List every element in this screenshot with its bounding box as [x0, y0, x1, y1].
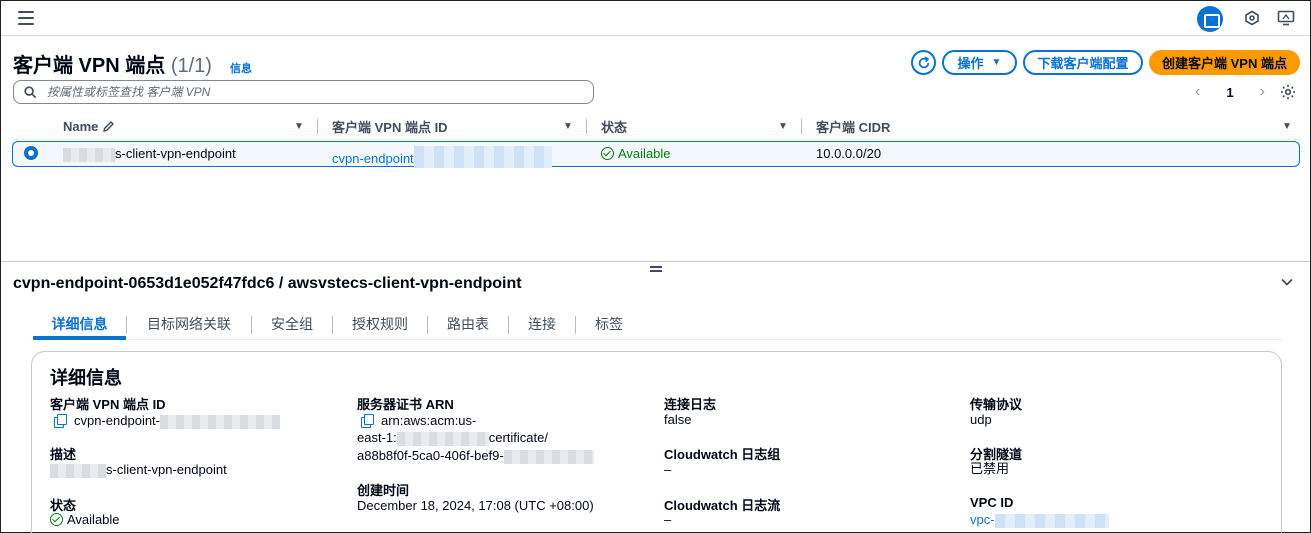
monitor-icon[interactable] [1277, 10, 1295, 28]
tab-route-table[interactable]: 路由表 [428, 311, 508, 337]
cell-name-text: s-client-vpn-endpoint [115, 146, 236, 161]
cert-arn-line2: east-1: certificate/ [357, 428, 548, 447]
column-header-endpoint-id[interactable]: 客户端 VPN 端点 ID [332, 116, 448, 136]
cert-arn-line3: a88b8f0f-5ca0-406f-bef9- [357, 446, 594, 465]
split-tunnel-value: 已禁用 [970, 461, 1010, 476]
copy-icon[interactable] [54, 414, 67, 428]
search-input[interactable] [47, 85, 547, 99]
cert-arn-text2b: certificate/ [488, 430, 548, 445]
drag-handle-icon[interactable] [650, 266, 662, 273]
settings-gear-icon[interactable] [1280, 84, 1296, 100]
cert-arn-text3: a88b8f0f-5ca0-406f-bef9- [357, 448, 504, 463]
chevron-down-icon[interactable] [1280, 275, 1294, 289]
page-title: 客户端 VPN 端点 (1/1) [13, 49, 212, 78]
vpc-id-text: vpc- [970, 512, 995, 527]
cert-arn-text1: arn:aws:acm:us- [381, 413, 477, 428]
vpc-id-link[interactable]: vpc- [970, 510, 1109, 529]
tab-target-network-associations[interactable]: 目标网络关联 [127, 311, 251, 337]
cloudwatch-log-stream-value: – [664, 512, 672, 527]
resource-count: (1/1) [170, 55, 212, 77]
create-endpoint-button[interactable]: 创建客户端 VPN 端点 [1149, 50, 1300, 75]
cert-arn-text2a: east-1: [357, 430, 397, 445]
tab-connections[interactable]: 连接 [509, 311, 575, 337]
description-text: s-client-vpn-endpoint [106, 462, 227, 477]
next-page-icon[interactable]: › [1260, 83, 1265, 101]
table-header-divider [13, 139, 1300, 140]
created-value: December 18, 2024, 17:08 (UTC +08:00) [357, 498, 594, 513]
tabs-baseline [33, 339, 1282, 340]
cell-client-cidr: 10.0.0.0/20 [816, 146, 882, 161]
split-panel-divider [1, 261, 1310, 262]
endpoint-id-text: cvpn-endpoint- [74, 413, 160, 428]
column-header-status[interactable]: 状态 [601, 116, 627, 136]
redacted-block [503, 449, 594, 464]
transport-protocol-value: udp [970, 412, 992, 427]
pagination: ‹ 1 › [1195, 83, 1265, 101]
edit-pencil-icon [103, 120, 115, 132]
vpc-id-label: VPC ID [970, 495, 1014, 510]
column-header-name-label: Name [63, 118, 99, 134]
status-ok-icon [50, 513, 63, 526]
card-title: 详细信息 [50, 368, 122, 388]
connection-log-value: false [664, 412, 692, 427]
tab-security-groups[interactable]: 安全组 [252, 311, 332, 337]
download-client-config-button[interactable]: 下载客户端配置 [1023, 50, 1143, 75]
page-title-text: 客户端 VPN 端点 [13, 55, 166, 77]
refresh-button[interactable] [911, 50, 936, 75]
cell-name: s-client-vpn-endpoint [63, 146, 236, 162]
hamburger-menu-icon[interactable] [18, 11, 34, 25]
sort-caret-icon[interactable]: ▼ [1282, 121, 1292, 132]
column-header-client-cidr[interactable]: 客户端 CIDR [816, 116, 890, 136]
redacted-block [413, 146, 552, 168]
status-ok-icon [601, 147, 614, 160]
cell-status: Available [601, 146, 671, 161]
sort-caret-icon[interactable]: ▼ [563, 121, 573, 132]
sort-caret-icon[interactable]: ▼ [294, 121, 304, 132]
copy-icon[interactable] [361, 414, 374, 428]
column-header-name[interactable]: Name [63, 116, 115, 136]
column-divider [586, 119, 587, 134]
description-value: s-client-vpn-endpoint [50, 460, 227, 479]
actions-dropdown-button[interactable]: 操作 ▼ [942, 50, 1017, 75]
actions-label: 操作 [957, 56, 984, 71]
cell-endpoint-id-text: cvpn-endpoint [332, 151, 414, 166]
refresh-icon [918, 56, 929, 68]
cell-status-text: Available [618, 146, 671, 161]
security-icon[interactable] [1243, 10, 1261, 28]
tab-tags[interactable]: 标签 [576, 311, 642, 337]
cloudwatch-log-stream-label: Cloudwatch 日志流 [664, 498, 781, 513]
info-link[interactable]: 信息 [230, 60, 252, 76]
current-page[interactable]: 1 [1226, 85, 1233, 100]
column-divider [801, 119, 802, 134]
detail-tabs: 详细信息 目标网络关联 安全组 授权规则 路由表 连接 标签 [33, 311, 642, 339]
endpoint-id-value: cvpn-endpoint- [54, 411, 280, 430]
column-divider [317, 119, 318, 134]
tab-authorization-rules[interactable]: 授权规则 [333, 311, 427, 337]
top-bar [1, 1, 1310, 36]
cloudwatch-log-group-label: Cloudwatch 日志组 [664, 447, 781, 462]
split-panel-icon[interactable] [1197, 6, 1223, 32]
redacted-block [50, 463, 106, 478]
caret-down-icon: ▼ [991, 57, 1002, 68]
detail-title: cvpn-endpoint-0653d1e052f47fdc6 / awsvst… [13, 275, 522, 292]
active-tab-indicator [33, 336, 126, 340]
status-value: Available [50, 510, 120, 529]
sort-caret-icon[interactable]: ▼ [778, 121, 788, 132]
status-text: Available [67, 512, 120, 527]
prev-page-icon[interactable]: ‹ [1195, 83, 1200, 101]
row-radio-selected[interactable] [24, 146, 38, 160]
details-card [31, 351, 1282, 533]
redacted-block [63, 147, 115, 162]
cell-endpoint-id-link[interactable]: cvpn-endpoint [332, 146, 552, 168]
cloudwatch-log-group-value: – [664, 462, 672, 477]
tab-details[interactable]: 详细信息 [33, 311, 126, 337]
search-icon [24, 85, 37, 98]
redacted-block [160, 414, 280, 429]
redacted-block [994, 513, 1109, 528]
redacted-block [396, 431, 489, 446]
search-bar[interactable] [13, 80, 594, 104]
